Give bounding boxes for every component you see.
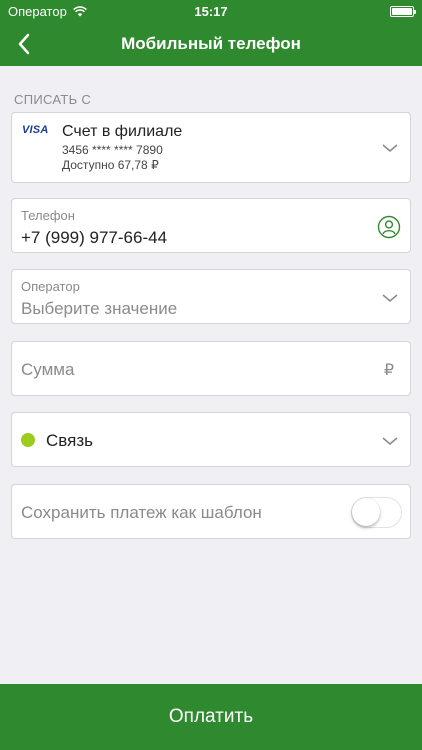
save-template-toggle[interactable] <box>351 497 402 528</box>
clock: 15:17 <box>194 4 228 19</box>
pay-button[interactable]: Оплатить <box>0 684 422 750</box>
category-select[interactable]: Связь <box>11 412 411 467</box>
operator-select[interactable]: Оператор Выберите значение <box>11 269 411 324</box>
contact-icon[interactable] <box>377 215 401 239</box>
battery-icon <box>390 6 416 17</box>
toggle-knob <box>352 498 380 526</box>
page-title: Мобильный телефон <box>121 34 301 53</box>
amount-field[interactable]: Сумма ₽ <box>11 341 411 396</box>
operator-label: Оператор <box>21 279 80 294</box>
visa-logo: VISA <box>22 124 49 136</box>
save-template-label: Сохранить платеж как шаблон <box>21 503 262 522</box>
source-account-select[interactable]: VISA Счет в филиале 3456 **** **** 7890 … <box>11 112 411 183</box>
save-template-row: Сохранить платеж как шаблон <box>11 484 411 539</box>
account-balance: Доступно 67,78 ₽ <box>62 158 159 172</box>
category-color-dot <box>21 433 35 447</box>
operator-placeholder: Выберите значение <box>21 299 178 318</box>
category-label: Связь <box>46 431 93 450</box>
phone-field[interactable]: Телефон +7 (999) 977-66-44 <box>11 198 411 253</box>
navigation-bar: Мобильный телефон <box>0 22 422 66</box>
source-section-label: СПИСАТЬ С <box>14 92 92 107</box>
account-number: 3456 **** **** 7890 <box>62 143 163 157</box>
account-name: Счет в филиале <box>62 123 183 140</box>
phone-label: Телефон <box>21 208 75 223</box>
currency-symbol: ₽ <box>383 362 394 379</box>
chevron-down-icon <box>382 437 398 446</box>
top-bar: Оператор 15:17 Мобильный телефон <box>0 0 422 66</box>
chevron-down-icon <box>382 294 398 303</box>
phone-value[interactable]: +7 (999) 977-66-44 <box>21 228 167 248</box>
chevron-down-icon <box>382 144 398 153</box>
status-bar: Оператор 15:17 <box>0 0 422 22</box>
amount-placeholder: Сумма <box>21 360 75 379</box>
